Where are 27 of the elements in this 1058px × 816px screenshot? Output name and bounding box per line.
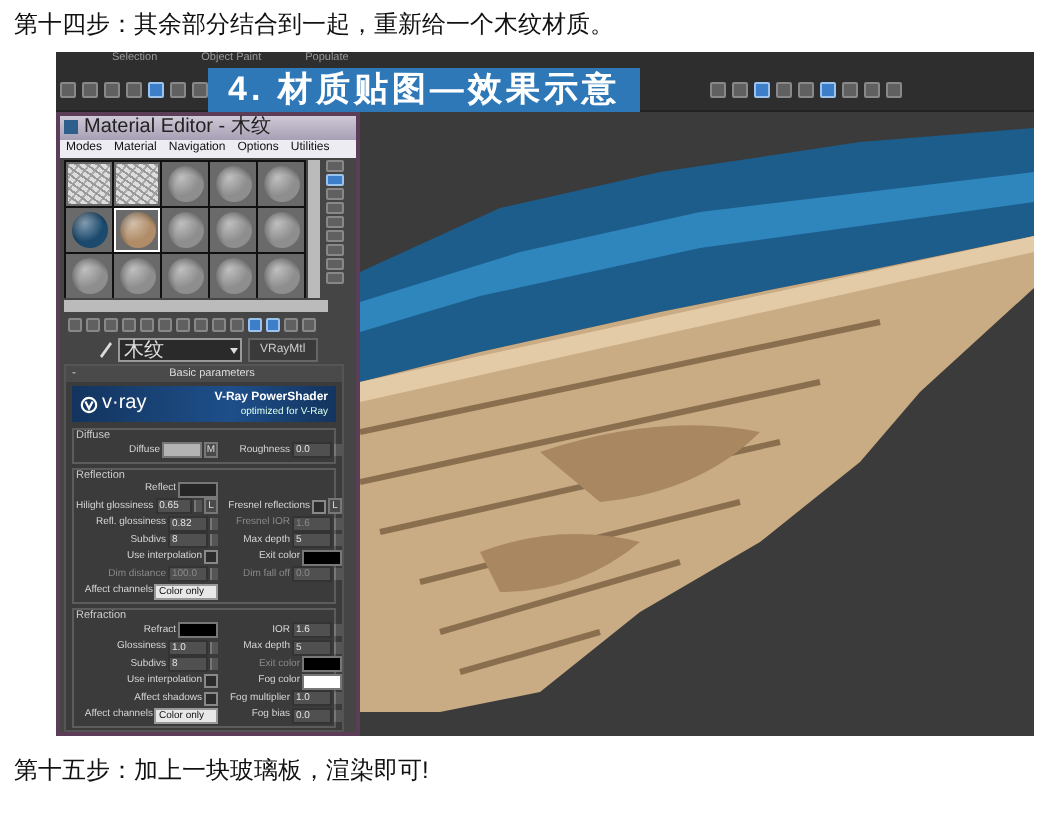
step-text: 第十五步：加上一块玻璃板，渲染即可! [14,754,431,786]
title-banner: 4. 材质贴图—效果示意 [208,68,640,112]
color-swatch[interactable] [178,622,218,639]
horizontal-scrollbar[interactable] [64,300,328,312]
color-swatch[interactable] [302,549,342,566]
color-swatch[interactable] [178,481,218,498]
checkbox[interactable] [204,691,218,706]
eyedropper-icon[interactable] [100,341,112,357]
step-heading: 第十四步：其余部分结合到一起，重新给一个木纹材质。 [14,8,616,40]
vray-logo: v·ray [102,392,147,416]
vertical-scrollbar[interactable] [308,160,320,298]
material-slot[interactable] [114,162,160,206]
color-swatch[interactable] [162,442,202,459]
texture-swatch [116,164,158,204]
material-name-dropdown[interactable]: 木纹 [118,337,242,361]
material-slot[interactable] [66,162,112,206]
color-swatch[interactable] [302,673,342,690]
app-icon [64,120,78,134]
window-title: Material Editor - 木纹 [60,116,356,140]
spinner-arrows-icon[interactable] [334,568,342,581]
checkbox[interactable] [312,499,326,514]
texture-swatch [68,164,110,204]
checkbox[interactable] [204,674,218,689]
checkbox[interactable] [204,550,218,565]
spinner-arrows-icon[interactable] [334,444,342,457]
vray-logo-icon [80,395,98,413]
spinner-arrows-icon[interactable] [210,568,218,581]
